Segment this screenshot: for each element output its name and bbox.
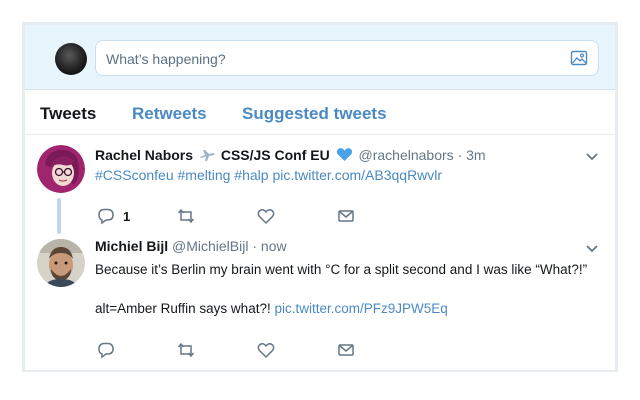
airplane-icon	[199, 150, 215, 161]
hashtags[interactable]: #CSSconfeu #melting #halp	[95, 167, 269, 183]
message-button[interactable]	[337, 206, 355, 226]
retweet-button[interactable]	[177, 340, 195, 360]
separator-dot: ·	[457, 147, 463, 163]
message-button[interactable]	[337, 340, 355, 360]
alt-text: alt=Amber Ruffin says what?!	[95, 301, 271, 316]
rachel-avatar[interactable]	[37, 145, 85, 193]
tweet[interactable]: Rachel Nabors CSS/JS Conf EU @rachelnabo…	[25, 135, 615, 235]
like-button[interactable]	[257, 340, 275, 360]
author-handle[interactable]: @MichielBijl	[172, 238, 248, 254]
tab-suggested-tweets[interactable]: Suggested tweets	[242, 104, 387, 124]
reply-button[interactable]	[97, 340, 115, 360]
add-photo-icon[interactable]	[570, 49, 588, 67]
tweet-timestamp[interactable]: now	[261, 238, 287, 254]
media-link[interactable]: pic.twitter.com/PFz9JPW5Eq	[274, 301, 447, 316]
tweet-text: Because it’s Berlin my brain went with °…	[95, 262, 588, 277]
reply-count: 1	[123, 208, 131, 224]
tweet-timestamp[interactable]: 3m	[466, 147, 485, 163]
media-link[interactable]: pic.twitter.com/AB3qqRwvlr	[272, 167, 442, 183]
like-button[interactable]	[257, 206, 275, 226]
tweet-header: Michiel Bijl @MichielBijl · now	[95, 238, 287, 254]
timeline-bottom-divider	[25, 370, 615, 371]
tweet-alt-line: alt=Amber Ruffin says what?! pic.twitter…	[95, 301, 448, 316]
chevron-down-icon[interactable]	[585, 152, 599, 162]
author-name[interactable]: Rachel Nabors	[95, 147, 193, 163]
heart-icon	[257, 208, 275, 225]
envelope-icon	[338, 344, 354, 356]
michiel-avatar[interactable]	[37, 239, 85, 287]
tweet-header: Rachel Nabors CSS/JS Conf EU @rachelnabo…	[95, 147, 486, 163]
tab-tweets[interactable]: Tweets	[40, 104, 96, 124]
author-handle[interactable]: @rachelnabors	[359, 147, 454, 163]
timeline-tabs: Tweets Retweets Suggested tweets	[25, 90, 615, 135]
author-name[interactable]: Michiel Bijl	[95, 238, 168, 254]
compose-bar	[25, 25, 615, 90]
chevron-down-icon[interactable]	[585, 244, 599, 254]
blue-heart-icon	[336, 148, 352, 161]
retweet-button[interactable]	[177, 206, 195, 226]
separator-dot: ·	[252, 238, 258, 254]
user-avatar[interactable]	[55, 43, 87, 75]
thread-connector	[57, 198, 61, 234]
heart-icon	[257, 342, 275, 359]
tweet-body: #CSSconfeu #melting #halp pic.twitter.co…	[95, 167, 442, 183]
envelope-icon	[338, 210, 354, 222]
compose-input[interactable]	[104, 47, 548, 71]
author-name-suffix[interactable]: CSS/JS Conf EU	[221, 147, 330, 163]
tweet[interactable]: Michiel Bijl @MichielBijl · now Because …	[25, 235, 615, 365]
compose-field[interactable]	[95, 40, 599, 76]
retweet-icon	[177, 342, 195, 358]
reply-button[interactable]: 1	[97, 206, 130, 226]
reply-icon	[98, 342, 114, 359]
retweet-icon	[177, 208, 195, 224]
tab-retweets[interactable]: Retweets	[132, 104, 207, 124]
reply-icon	[98, 208, 114, 225]
